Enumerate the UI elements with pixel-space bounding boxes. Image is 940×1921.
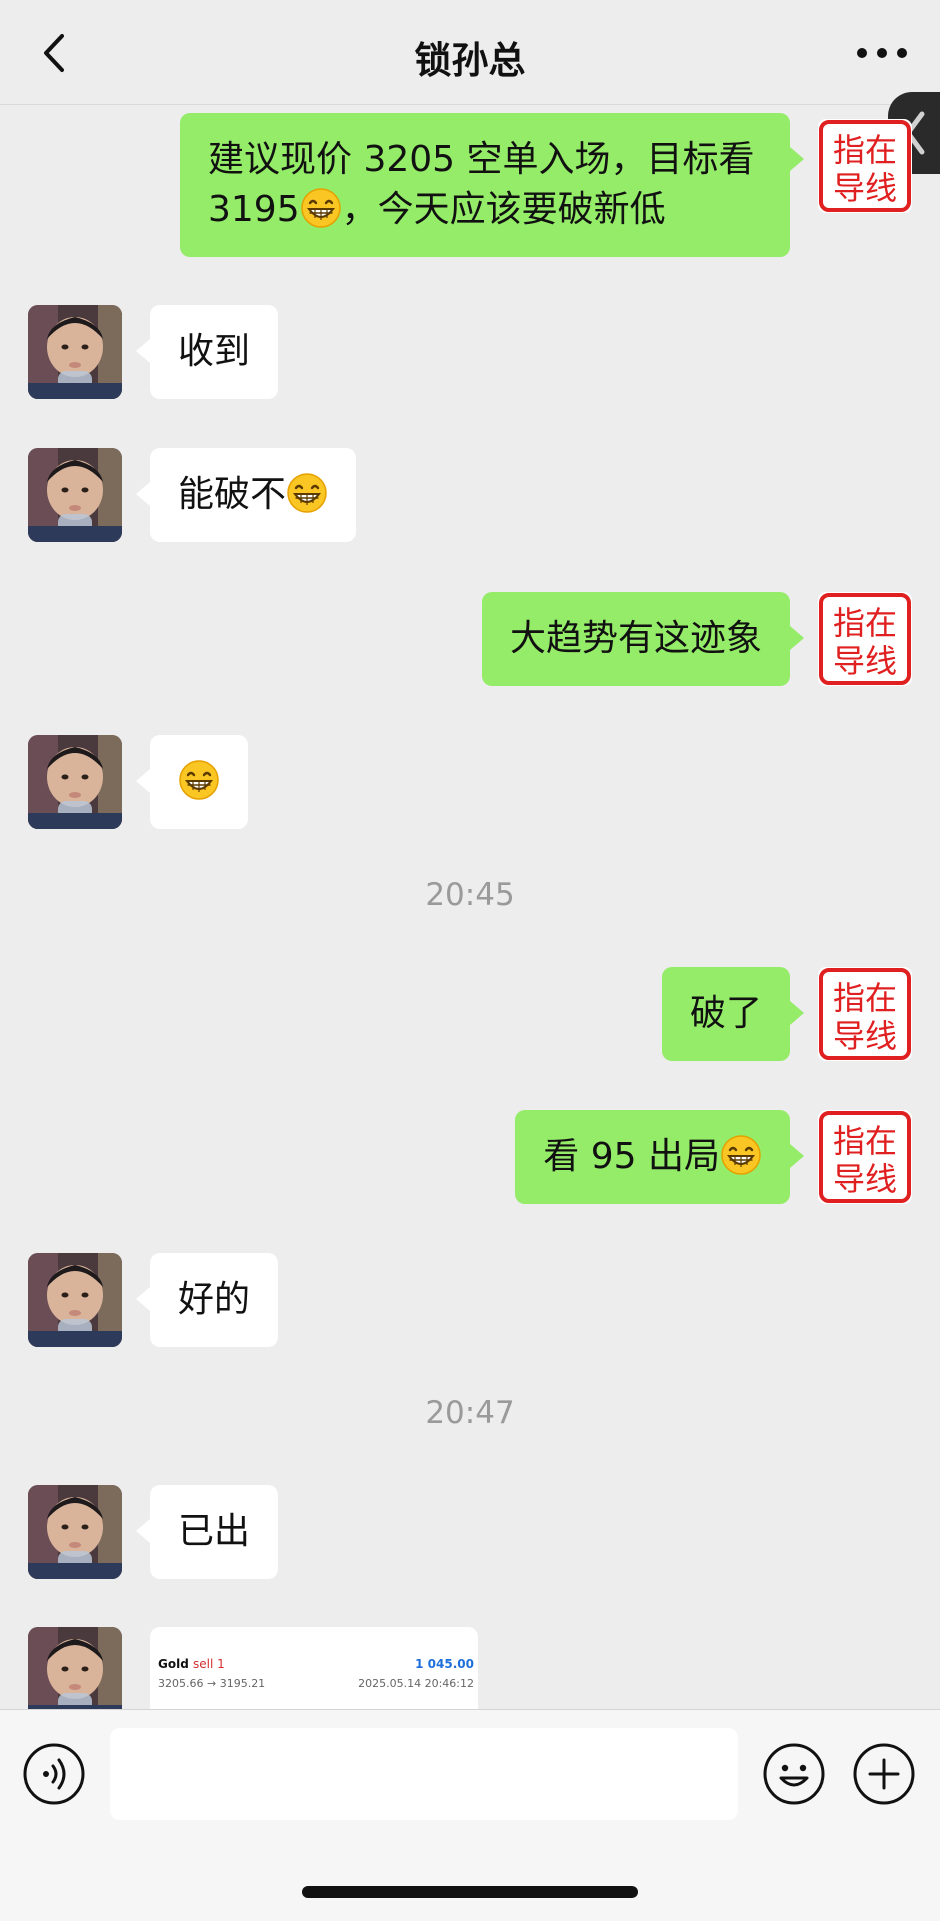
message-bubble[interactable]: 收到 [135, 305, 279, 399]
grinning-face-icon [720, 1134, 762, 1176]
chat-header: 锁孙总 [0, 0, 940, 105]
message-text: 收到 [178, 331, 251, 372]
self-avatar[interactable]: 指在 导线 [818, 119, 912, 213]
svg-text:指在: 指在 [833, 1122, 897, 1160]
message-text: 好的 [178, 1279, 251, 1320]
trade-direction: sell 1 [192, 1657, 225, 1671]
svg-text:导线: 导线 [833, 642, 897, 680]
message-list[interactable]: 建议现价 3205 空单入场，目标看 3195 ，今天应该要破新低 指在 导线 收… [0, 105, 940, 1709]
message-bubble[interactable]: 建议现价 3205 空单入场，目标看 3195 ，今天应该要破新低 [180, 113, 804, 257]
message-bubble[interactable]: 破了 [661, 967, 805, 1061]
svg-text:导线: 导线 [833, 1017, 897, 1055]
contact-avatar[interactable] [28, 448, 122, 542]
message-bubble[interactable]: 能破不 [135, 448, 357, 542]
self-avatar[interactable]: 指在 导线 [818, 592, 912, 686]
more-dots-icon[interactable] [854, 40, 910, 66]
input-bar [0, 1709, 940, 1921]
message-input[interactable] [110, 1728, 738, 1820]
trade-symbol: Gold [158, 1657, 189, 1671]
contact-avatar[interactable] [28, 1627, 122, 1709]
home-indicator[interactable] [302, 1886, 638, 1898]
message-bubble[interactable]: 大趋势有这迹象 [481, 592, 805, 686]
message-bubble[interactable]: 看 95 出局 [515, 1110, 804, 1204]
svg-text:导线: 导线 [833, 1160, 897, 1198]
trade-screenshot-card[interactable]: Gold sell 1 1 045.00 3205.66 → 3195.21 2… [150, 1627, 478, 1709]
message-text: ，今天应该要破新低 [341, 189, 666, 230]
plus-icon[interactable] [852, 1742, 916, 1806]
self-avatar[interactable]: 指在 导线 [818, 1110, 912, 1204]
contact-avatar[interactable] [28, 1485, 122, 1579]
contact-avatar[interactable] [28, 1253, 122, 1347]
svg-text:指在: 指在 [833, 979, 897, 1017]
svg-text:导线: 导线 [833, 169, 897, 207]
trade-profit: 1 045.00 [415, 1657, 474, 1671]
voice-icon[interactable] [22, 1742, 86, 1806]
message-text: 看 95 出局 [543, 1136, 720, 1177]
message-text: 已出 [178, 1511, 251, 1552]
emoji-icon[interactable] [762, 1742, 826, 1806]
trade-prices: 3205.66 → 3195.21 [158, 1677, 266, 1690]
trade-datetime: 2025.05.14 20:46:12 [358, 1677, 474, 1690]
timestamp: 20:45 [425, 877, 515, 913]
message-bubble[interactable]: 已出 [135, 1485, 279, 1579]
message-bubble[interactable]: 好的 [135, 1253, 279, 1347]
message-text: 能破不 [178, 474, 287, 515]
message-text: 破了 [689, 993, 762, 1034]
self-avatar[interactable]: 指在 导线 [818, 967, 912, 1061]
message-bubble[interactable] [136, 735, 248, 829]
message-text: 大趋势有这迹象 [509, 618, 762, 659]
contact-avatar[interactable] [28, 305, 122, 399]
grinning-face-icon [178, 759, 220, 801]
svg-text:指在: 指在 [833, 604, 897, 642]
grinning-face-icon [300, 187, 342, 229]
trade-symbol-line: Gold sell 1 [158, 1657, 225, 1671]
chat-title: 锁孙总 [414, 39, 526, 82]
grinning-face-icon [286, 472, 328, 514]
contact-avatar[interactable] [28, 735, 122, 829]
timestamp: 20:47 [425, 1395, 515, 1431]
svg-text:指在: 指在 [833, 131, 897, 169]
